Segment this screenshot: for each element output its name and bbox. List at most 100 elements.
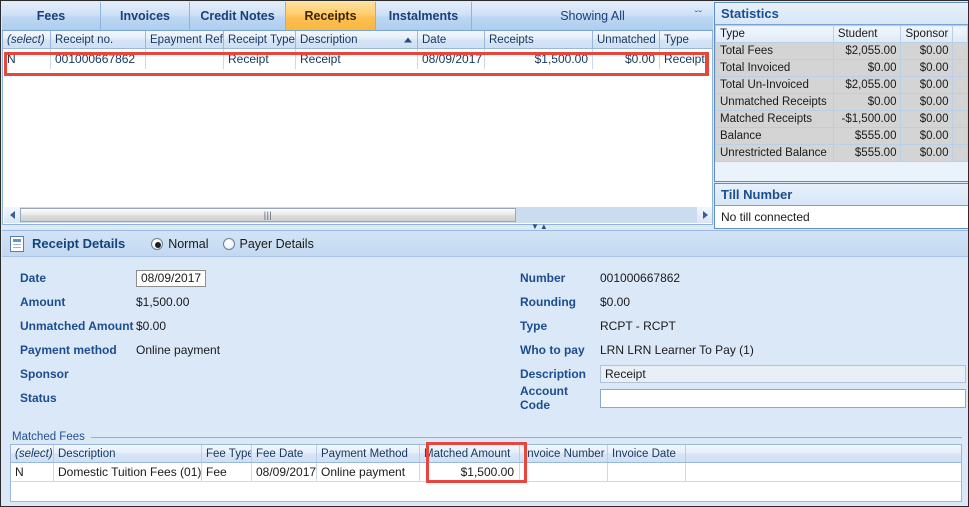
table-row[interactable]: N Domestic Tuition Fees (01) Fee 08/09/2… [11, 463, 961, 482]
mf-column-header-matched-amount[interactable]: Matched Amount [420, 445, 520, 462]
stat-sponsor-matched-receipts: $0.00 [900, 110, 954, 128]
receipts-screen: Fees Invoices Credit Notes Receipts Inst… [0, 0, 969, 507]
column-header-receipt-type[interactable]: Receipt Type [224, 31, 296, 48]
stat-label-total-un-invoiced: Total Un-Invoiced [715, 76, 834, 94]
horizontal-scrollbar[interactable]: ||| [4, 207, 712, 223]
stat-spacer [952, 144, 968, 162]
cell-receipt-no[interactable]: 001000667862 [51, 49, 146, 69]
cell-receipts-amount[interactable]: $1,500.00 [485, 49, 593, 69]
column-header-unmatched[interactable]: Unmatched [593, 31, 660, 48]
mf-column-header-invoice-number[interactable]: Invoice Number [520, 445, 608, 462]
radio-unselected-icon [222, 237, 235, 250]
field-type-label: Type [520, 319, 548, 333]
radio-payer-details[interactable]: Payer Details [222, 237, 314, 251]
tab-credit-notes[interactable]: Credit Notes [190, 2, 286, 30]
stat-student-total-invoiced: $0.00 [832, 59, 902, 77]
stat-student-matched-receipts: -$1,500.00 [832, 110, 902, 128]
stat-spacer [952, 110, 968, 128]
stat-spacer [952, 127, 968, 145]
field-type: Type RCPT - RCPT [502, 314, 968, 338]
mf-cell-invoice-date[interactable] [608, 463, 686, 481]
statistics-header-row: Type Student Sponsor [715, 25, 968, 43]
mf-column-header-fee-date[interactable]: Fee Date [252, 445, 317, 462]
cell-description[interactable]: Receipt [296, 49, 418, 69]
column-header-date[interactable]: Date [418, 31, 485, 48]
description-input[interactable]: Receipt [600, 365, 966, 383]
table-row: Total Invoiced $0.00 $0.00 [715, 59, 968, 77]
scroll-right-button[interactable] [697, 207, 712, 223]
matched-fees-grid: (select) Description Fee Type Fee Date P… [10, 444, 962, 502]
stat-student-total-fees: $2,055.00 [832, 42, 902, 60]
cell-date[interactable]: 08/09/2017 [418, 49, 485, 69]
stat-sponsor-unrestricted-balance: $0.00 [900, 144, 954, 162]
tab-receipts[interactable]: Receipts [286, 2, 376, 30]
column-header-type[interactable]: Type [660, 31, 712, 48]
field-sponsor: Sponsor [2, 362, 502, 386]
mf-cell-fee-date[interactable]: 08/09/2017 [252, 463, 317, 481]
document-icon [10, 235, 24, 252]
tab-instalments-label: Instalments [388, 9, 459, 23]
table-row[interactable]: N 001000667862 Receipt Receipt 08/09/201… [3, 49, 712, 69]
cell-select[interactable]: N [3, 49, 51, 69]
statistics-col-type[interactable]: Type [715, 25, 834, 43]
column-header-receipts[interactable]: Receipts [485, 31, 593, 48]
column-header-select[interactable]: (select) [3, 31, 51, 48]
scrollbar-track[interactable]: ||| [20, 207, 697, 223]
till-number-value: No till connected [715, 206, 968, 228]
stat-sponsor-unmatched-receipts: $0.00 [900, 93, 954, 111]
mf-column-header-spacer [686, 445, 961, 462]
mf-cell-select[interactable]: N [11, 463, 54, 481]
cell-receipt-type[interactable]: Receipt [224, 49, 296, 69]
mf-column-header-fee-type[interactable]: Fee Type [202, 445, 252, 462]
statistics-col-sponsor[interactable]: Sponsor [900, 25, 954, 43]
mf-column-header-description[interactable]: Description [54, 445, 202, 462]
rounding-value: $0.00 [600, 295, 631, 309]
matched-fees-section: Matched Fees (select) Description Fee Ty… [2, 430, 968, 506]
stat-label-total-fees: Total Fees [715, 42, 834, 60]
statistics-table: Type Student Sponsor Total Fees $2,055.0… [715, 25, 968, 162]
tab-fees[interactable]: Fees [2, 2, 101, 30]
date-field[interactable]: 08/09/2017 [136, 269, 207, 287]
statistics-panel: Statistics Type Student Sponsor Total Fe… [714, 2, 968, 182]
column-header-epayment-ref[interactable]: Epayment Ref [146, 31, 224, 48]
cell-epayment-ref[interactable] [146, 49, 224, 69]
stat-spacer [952, 42, 968, 60]
column-header-description[interactable]: Description [296, 31, 418, 48]
cell-unmatched-amount[interactable]: $0.00 [593, 49, 660, 69]
field-who-to-pay: Who to pay LRN LRN Learner To Pay (1) [502, 338, 968, 362]
mf-column-header-invoice-date[interactable]: Invoice Date [608, 445, 686, 462]
receipt-details-header: Receipt Details Normal Payer Details [2, 231, 968, 257]
statistics-title: Statistics [715, 3, 968, 25]
tab-invoices-label: Invoices [119, 9, 171, 23]
radio-normal-label: Normal [168, 236, 209, 251]
statistics-col-student[interactable]: Student [832, 25, 902, 43]
amount-value: $1,500.00 [136, 295, 190, 309]
arrow-left-icon [9, 211, 15, 219]
chevron-double-down-icon[interactable]: ˇˇ [695, 10, 702, 22]
field-description-label: Description [520, 367, 587, 381]
table-row: Matched Receipts -$1,500.00 $0.00 [715, 110, 968, 128]
field-rounding: Rounding $0.00 [502, 290, 968, 314]
mf-cell-description[interactable]: Domestic Tuition Fees (01) [54, 463, 202, 481]
arrow-right-icon [702, 211, 708, 219]
scroll-left-button[interactable] [4, 207, 20, 223]
stat-label-total-invoiced: Total Invoiced [715, 59, 834, 77]
stat-label-balance: Balance [715, 127, 834, 145]
scrollbar-grip-icon: ||| [263, 210, 273, 220]
mf-cell-fee-type[interactable]: Fee [202, 463, 252, 481]
showing-all-label: Showing All [560, 9, 625, 23]
mf-column-header-payment-method[interactable]: Payment Method [317, 445, 420, 462]
column-header-receipt-no[interactable]: Receipt no. [51, 31, 146, 48]
number-value: 001000667862 [600, 271, 681, 285]
mf-cell-payment-method[interactable]: Online payment [317, 463, 420, 481]
showing-all-filter[interactable]: Showing All ˇˇ [472, 2, 713, 30]
tab-invoices[interactable]: Invoices [101, 2, 190, 30]
mf-cell-invoice-number[interactable] [520, 463, 608, 481]
who-to-pay-value: LRN LRN Learner To Pay (1) [600, 343, 754, 357]
mf-column-header-select[interactable]: (select) [11, 445, 54, 462]
scrollbar-thumb[interactable]: ||| [20, 208, 516, 222]
tab-instalments[interactable]: Instalments [376, 2, 472, 30]
mf-cell-matched-amount[interactable]: $1,500.00 [420, 463, 520, 481]
radio-normal[interactable]: Normal [151, 236, 209, 251]
account-code-input[interactable] [600, 388, 966, 408]
